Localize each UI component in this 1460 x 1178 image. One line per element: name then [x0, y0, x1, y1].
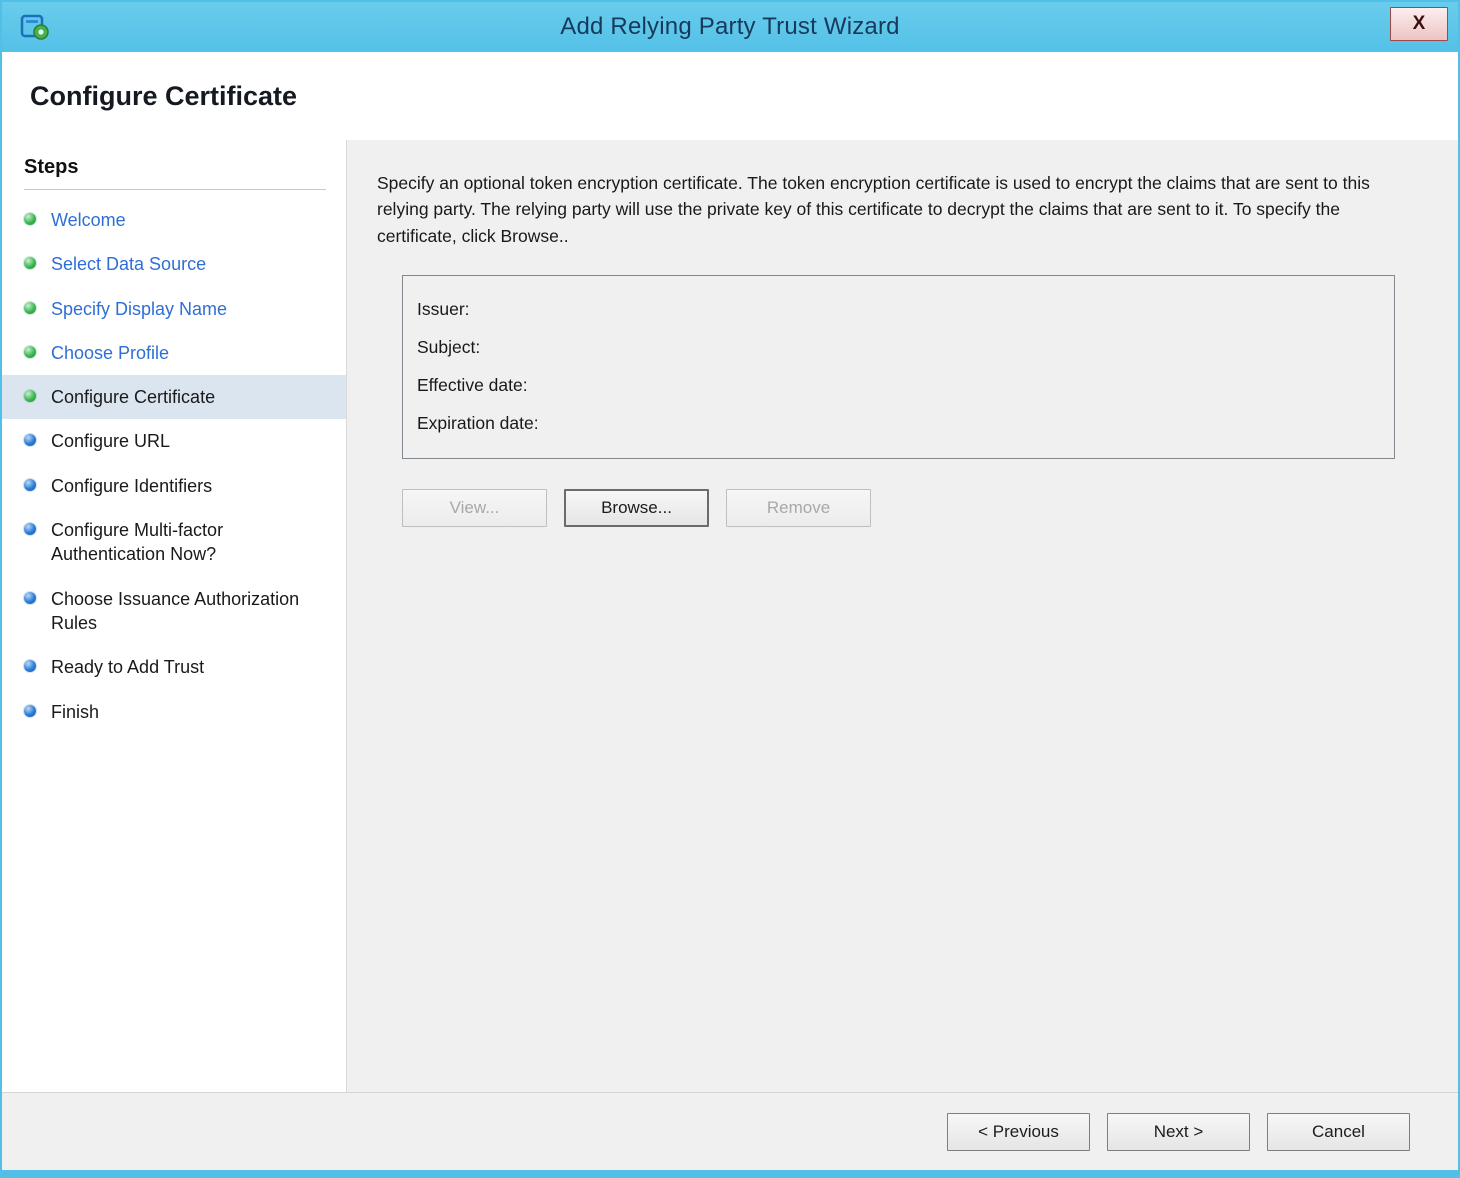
step-label: Ready to Add Trust [51, 657, 205, 678]
step-label: Configure Multi-factor Authentication No… [51, 520, 224, 565]
step-todo-bullet-icon [24, 434, 36, 447]
steps-list: Welcome Select Data Source Specify Displ… [2, 198, 346, 734]
step-current-bullet-icon [24, 390, 36, 403]
certificate-field-issuer: Issuer: [417, 290, 1380, 328]
steps-heading: Steps [24, 156, 326, 190]
field-label: Expiration date: [417, 412, 539, 433]
certificate-field-subject: Subject: [417, 328, 1380, 366]
sidebar-item-choose-profile[interactable]: Choose Profile [2, 331, 346, 375]
step-label: Choose Profile [51, 342, 170, 363]
wizard-window: Add Relying Party Trust Wizard X Configu… [0, 0, 1460, 1178]
sidebar-item-configure-mfa: Configure Multi-factor Authentication No… [2, 508, 346, 577]
wizard-icon [20, 12, 50, 42]
close-button[interactable]: X [1390, 7, 1448, 41]
cancel-button[interactable]: Cancel [1267, 1112, 1410, 1151]
sidebar-item-select-data-source[interactable]: Select Data Source [2, 242, 346, 286]
certificate-field-expiration-date: Expiration date: [417, 404, 1380, 442]
step-todo-bullet-icon [24, 660, 36, 673]
step-label: Welcome [51, 210, 126, 230]
sidebar-item-specify-display-name[interactable]: Specify Display Name [2, 287, 346, 331]
step-label: Choose Issuance Authorization Rules [51, 588, 300, 633]
step-done-bullet-icon [24, 301, 36, 314]
wizard-footer: < Previous Next > Cancel [2, 1092, 1458, 1170]
sidebar-item-configure-certificate: Configure Certificate [2, 375, 346, 420]
page-title: Configure Certificate [30, 80, 298, 111]
step-todo-bullet-icon [24, 478, 36, 491]
step-done-bullet-icon [24, 257, 36, 270]
field-label: Issuer: [417, 298, 470, 319]
step-label: Configure Identifiers [51, 475, 213, 496]
previous-button[interactable]: < Previous [947, 1112, 1090, 1151]
sidebar-item-configure-identifiers: Configure Identifiers [2, 464, 346, 508]
page-header: Configure Certificate [2, 52, 1458, 140]
step-label: Configure URL [51, 431, 171, 452]
steps-sidebar: Steps Welcome Select Data Source Specify… [2, 140, 347, 1092]
step-done-bullet-icon [24, 213, 36, 225]
certificate-details-box: Issuer: Subject: Effective date: Expirat… [402, 274, 1395, 459]
step-todo-bullet-icon [24, 591, 36, 604]
instruction-text: Specify an optional token encryption cer… [377, 173, 1370, 246]
step-todo-bullet-icon [24, 523, 36, 536]
field-label: Subject: [417, 336, 481, 357]
step-label: Configure Certificate [51, 387, 216, 408]
window-title: Add Relying Party Trust Wizard [560, 13, 900, 40]
wizard-body: Steps Welcome Select Data Source Specify… [2, 140, 1458, 1092]
sidebar-item-ready-to-add-trust: Ready to Add Trust [2, 645, 346, 689]
title-bar: Add Relying Party Trust Wizard X [2, 2, 1458, 52]
field-label: Effective date: [417, 374, 528, 395]
sidebar-item-finish: Finish [2, 690, 346, 734]
sidebar-item-choose-issuance-rules: Choose Issuance Authorization Rules [2, 577, 346, 646]
next-button[interactable]: Next > [1107, 1112, 1250, 1151]
remove-button[interactable]: Remove [726, 488, 871, 527]
certificate-field-effective-date: Effective date: [417, 366, 1380, 404]
view-button[interactable]: View... [402, 488, 547, 527]
certificate-actions: View... Browse... Remove [402, 488, 1398, 527]
sidebar-item-welcome[interactable]: Welcome [2, 198, 346, 242]
content-panel: Specify an optional token encryption cer… [347, 140, 1458, 1092]
step-todo-bullet-icon [24, 704, 36, 717]
step-done-bullet-icon [24, 345, 36, 358]
step-label: Specify Display Name [51, 298, 228, 319]
step-label: Select Data Source [51, 254, 207, 275]
sidebar-item-configure-url: Configure URL [2, 419, 346, 463]
step-label: Finish [51, 701, 100, 722]
browse-button[interactable]: Browse... [564, 488, 709, 527]
